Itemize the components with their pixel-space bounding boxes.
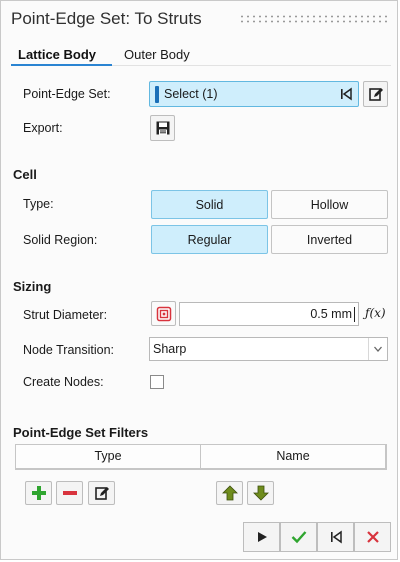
sizing-heading: Sizing xyxy=(13,279,52,294)
play-icon xyxy=(256,531,268,543)
tab-outer-body[interactable]: Outer Body xyxy=(119,46,195,66)
export-label: Export: xyxy=(23,121,63,135)
save-icon xyxy=(155,120,171,136)
add-filter-button[interactable] xyxy=(25,481,52,505)
edit-icon xyxy=(368,86,384,102)
move-down-button[interactable] xyxy=(247,481,274,505)
arrow-down-icon xyxy=(252,485,269,501)
strut-diameter-value: 0.5 mm xyxy=(310,307,352,321)
region-inverted-label: Inverted xyxy=(306,232,353,247)
edit-filter-button[interactable] xyxy=(88,481,115,505)
apply-button[interactable] xyxy=(280,522,317,552)
active-tab-indicator xyxy=(11,64,112,66)
panel-title: Point-Edge Set: To Struts xyxy=(11,9,202,28)
checkmark-icon xyxy=(291,530,307,544)
export-button[interactable] xyxy=(150,115,175,141)
region-regular-label: Regular xyxy=(187,232,232,247)
point-edge-set-label: Point-Edge Set: xyxy=(23,87,111,101)
struts-panel: Point-Edge Set: To Struts Lattice Body O… xyxy=(0,0,398,560)
edit-selection-button[interactable] xyxy=(363,81,388,107)
cell-heading: Cell xyxy=(13,167,37,182)
type-solid-label: Solid xyxy=(195,197,224,212)
region-inverted-toggle[interactable]: Inverted xyxy=(271,225,388,254)
region-regular-toggle[interactable]: Regular xyxy=(151,225,268,254)
arrow-up-icon xyxy=(221,485,238,501)
move-up-button[interactable] xyxy=(216,481,243,505)
column-header-type[interactable]: Type xyxy=(16,445,201,469)
parameter-link-button[interactable] xyxy=(151,301,176,326)
strut-diameter-label: Strut Diameter: xyxy=(23,308,108,322)
node-transition-value: Sharp xyxy=(153,342,187,356)
fx-button[interactable]: ƒ(x) xyxy=(365,306,386,320)
close-icon xyxy=(366,530,380,544)
strut-diameter-input[interactable]: 0.5 mm xyxy=(179,302,359,326)
filters-heading: Point-Edge Set Filters xyxy=(13,425,149,440)
create-nodes-label: Create Nodes: xyxy=(23,375,104,389)
drag-handle[interactable] xyxy=(239,14,389,24)
remove-filter-button[interactable] xyxy=(56,481,83,505)
apply-and-close-button[interactable] xyxy=(317,522,354,552)
reset-selection-icon[interactable] xyxy=(338,86,354,102)
node-transition-label: Node Transition: xyxy=(23,343,115,357)
filters-table: Type Name xyxy=(15,444,387,470)
cell-type-label: Type: xyxy=(23,197,54,211)
selection-marker xyxy=(155,86,159,103)
node-transition-dropdown[interactable]: Sharp xyxy=(149,337,388,361)
column-header-name[interactable]: Name xyxy=(201,445,386,469)
solid-region-label: Solid Region: xyxy=(23,233,98,247)
text-cursor xyxy=(354,307,355,322)
action-bar xyxy=(243,522,391,552)
plus-icon xyxy=(31,485,47,501)
tab-lattice-body[interactable]: Lattice Body xyxy=(13,46,101,66)
target-icon xyxy=(156,306,172,322)
reset-icon xyxy=(328,529,344,545)
edit-icon xyxy=(94,485,110,501)
type-hollow-label: Hollow xyxy=(310,197,349,212)
run-button[interactable] xyxy=(243,522,280,552)
point-edge-set-value: Select (1) xyxy=(164,87,218,101)
create-nodes-checkbox[interactable] xyxy=(150,375,164,389)
point-edge-set-selector[interactable]: Select (1) xyxy=(149,81,359,107)
minus-icon xyxy=(62,485,78,501)
type-solid-toggle[interactable]: Solid xyxy=(151,190,268,219)
type-hollow-toggle[interactable]: Hollow xyxy=(271,190,388,219)
cancel-button[interactable] xyxy=(354,522,391,552)
chevron-down-icon xyxy=(368,338,387,360)
